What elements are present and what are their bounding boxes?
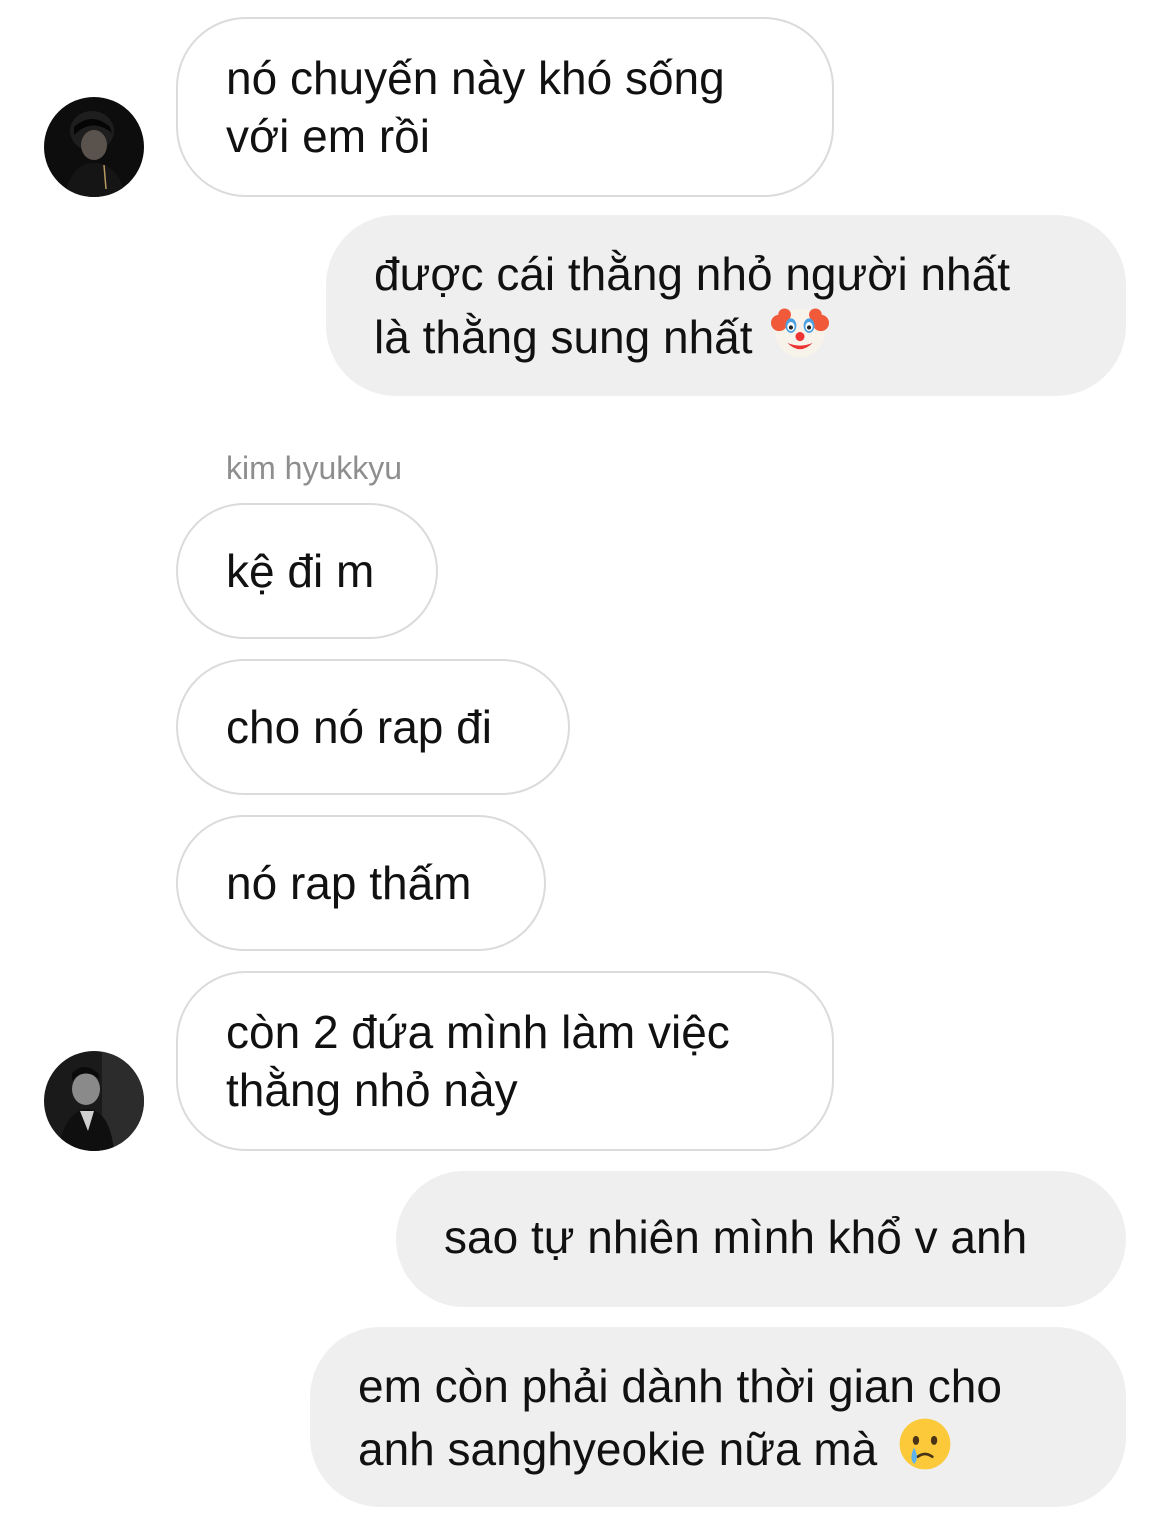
message-bubble-incoming[interactable]: kệ đi m (176, 503, 438, 639)
message-text-line: thằng nhỏ này (226, 1064, 518, 1116)
avatar[interactable] (44, 1051, 144, 1151)
message-text-line: được cái thằng nhỏ người nhất (374, 248, 1010, 300)
message-text-line: kệ đi m (226, 545, 375, 597)
sender-name: kim hyukkyu (226, 450, 403, 486)
message-text-line: là thằng sung nhất (374, 311, 753, 363)
clown-face-emoji (771, 308, 830, 358)
message-text-line: em còn phải dành thời gian cho (358, 1360, 1002, 1412)
message-bubble-incoming[interactable]: còn 2 đứa mình làm việc thằng nhỏ này (176, 971, 834, 1151)
message-text-line: nó rap thấm (226, 857, 472, 909)
message-text-line: cho nó rap đi (226, 701, 492, 753)
crying-face-emoji (899, 1418, 951, 1470)
avatar[interactable] (44, 97, 144, 197)
profile-photo-icon (44, 1051, 144, 1151)
message-bubble-outgoing[interactable]: em còn phải dành thời gian cho anh sangh… (310, 1327, 1126, 1507)
message-text-line: anh sanghyeokie nữa mà (358, 1423, 878, 1475)
message-bubble-outgoing[interactable]: được cái thằng nhỏ người nhất là thằng s… (326, 215, 1126, 396)
message-text-line: sao tự nhiên mình khổ v anh (444, 1211, 1028, 1263)
message-text-line: nó chuyến này khó sống (226, 52, 725, 104)
message-bubble-outgoing[interactable]: sao tự nhiên mình khổ v anh (396, 1171, 1126, 1307)
message-bubble-incoming[interactable]: nó chuyến này khó sống với em rồi (176, 17, 834, 197)
message-text-line: với em rồi (226, 110, 430, 162)
message-text-line: còn 2 đứa mình làm việc (226, 1006, 730, 1058)
message-bubble-incoming[interactable]: cho nó rap đi (176, 659, 570, 795)
message-bubble-incoming[interactable]: nó rap thấm (176, 815, 546, 951)
profile-photo-icon (44, 97, 144, 197)
